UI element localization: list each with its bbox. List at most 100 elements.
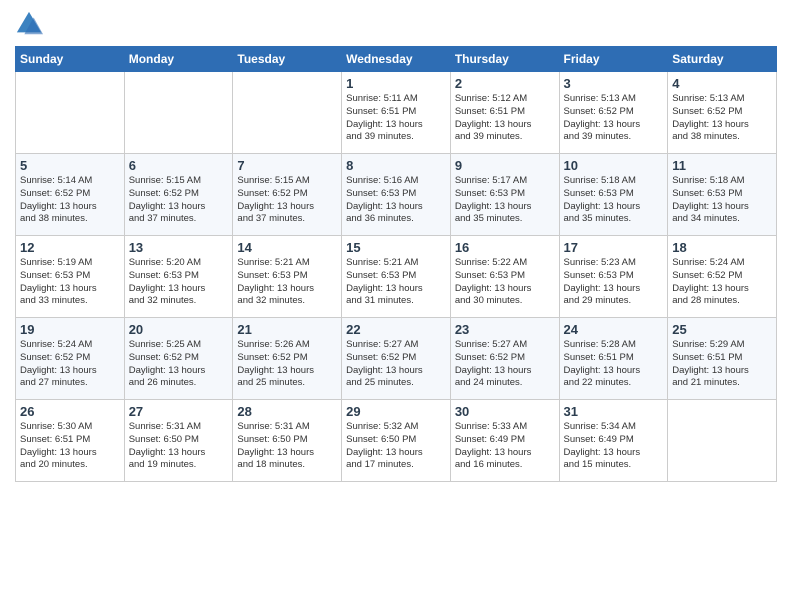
cell-content: Daylight: 13 hours [346,119,446,132]
cell-content: and 39 minutes. [346,131,446,144]
cell-content: Daylight: 13 hours [237,283,337,296]
cell-content: and 16 minutes. [455,459,555,472]
cell-content: Sunrise: 5:25 AM [129,339,229,352]
calendar-cell: 28Sunrise: 5:31 AMSunset: 6:50 PMDayligh… [233,400,342,482]
cell-content: Sunrise: 5:11 AM [346,93,446,106]
cell-content: Sunset: 6:51 PM [564,352,664,365]
day-header-monday: Monday [124,47,233,72]
cell-content: Sunset: 6:53 PM [455,270,555,283]
calendar-cell [668,400,777,482]
cell-content: Sunset: 6:52 PM [237,352,337,365]
day-number: 11 [672,158,772,173]
cell-content: Sunset: 6:53 PM [564,270,664,283]
cell-content: and 35 minutes. [455,213,555,226]
day-number: 13 [129,240,229,255]
cell-content: Sunset: 6:51 PM [20,434,120,447]
calendar-cell: 31Sunrise: 5:34 AMSunset: 6:49 PMDayligh… [559,400,668,482]
calendar-cell: 1 Sunrise: 5:11 AMSunset: 6:51 PMDaylight… [342,72,451,154]
calendar-cell: 5Sunrise: 5:14 AMSunset: 6:52 PMDaylight… [16,154,125,236]
cell-content: Sunrise: 5:31 AM [129,421,229,434]
cell-content: Sunrise: 5:29 AM [672,339,772,352]
cell-content: Sunset: 6:53 PM [455,188,555,201]
cell-content: and 38 minutes. [20,213,120,226]
cell-content: Daylight: 13 hours [346,283,446,296]
cell-content: Sunset: 6:50 PM [129,434,229,447]
cell-content: and 24 minutes. [455,377,555,390]
day-number: 24 [564,322,664,337]
cell-content: and 15 minutes. [564,459,664,472]
cell-content: and 28 minutes. [672,295,772,308]
cell-content: Daylight: 13 hours [237,365,337,378]
calendar-cell: 20Sunrise: 5:25 AMSunset: 6:52 PMDayligh… [124,318,233,400]
cell-content: Sunrise: 5:27 AM [346,339,446,352]
calendar-cell: 10Sunrise: 5:18 AMSunset: 6:53 PMDayligh… [559,154,668,236]
calendar-cell: 6Sunrise: 5:15 AMSunset: 6:52 PMDaylight… [124,154,233,236]
cell-content: and 34 minutes. [672,213,772,226]
cell-content: Sunrise: 5:28 AM [564,339,664,352]
day-number: 27 [129,404,229,419]
cell-content: Daylight: 13 hours [672,365,772,378]
cell-content: Sunset: 6:52 PM [455,352,555,365]
cell-content: Daylight: 13 hours [564,119,664,132]
cell-content: and 25 minutes. [346,377,446,390]
cell-content: Sunrise: 5:17 AM [455,175,555,188]
day-number: 1 [346,76,446,91]
calendar-cell: 22 Sunrise: 5:27 AMSunset: 6:52 PMDayligh… [342,318,451,400]
calendar-week-3: 12Sunrise: 5:19 AMSunset: 6:53 PMDayligh… [16,236,777,318]
cell-content: Daylight: 13 hours [455,365,555,378]
calendar-cell: 18Sunrise: 5:24 AMSunset: 6:52 PMDayligh… [668,236,777,318]
cell-content: Sunset: 6:49 PM [564,434,664,447]
cell-content: Daylight: 13 hours [20,283,120,296]
cell-content: and 35 minutes. [564,213,664,226]
day-number: 20 [129,322,229,337]
cell-content: Sunset: 6:53 PM [564,188,664,201]
calendar-cell: 24 Sunrise: 5:28 AMSunset: 6:51 PMDayligh… [559,318,668,400]
calendar-cell: 16Sunrise: 5:22 AMSunset: 6:53 PMDayligh… [450,236,559,318]
cell-content: Daylight: 13 hours [237,201,337,214]
cell-content: Sunset: 6:51 PM [346,106,446,119]
cell-content: Sunrise: 5:27 AM [455,339,555,352]
day-number: 28 [237,404,337,419]
day-number: 9 [455,158,555,173]
day-number: 10 [564,158,664,173]
cell-content: Daylight: 13 hours [564,201,664,214]
day-number: 30 [455,404,555,419]
cell-content: Daylight: 13 hours [346,447,446,460]
day-header-thursday: Thursday [450,47,559,72]
cell-content: Daylight: 13 hours [20,447,120,460]
day-number: 8 [346,158,446,173]
calendar-cell: 30Sunrise: 5:33 AMSunset: 6:49 PMDayligh… [450,400,559,482]
cell-content: Daylight: 13 hours [237,447,337,460]
cell-content: Sunset: 6:52 PM [346,352,446,365]
day-number: 22 [346,322,446,337]
cell-content: Daylight: 13 hours [672,283,772,296]
cell-content: Sunset: 6:52 PM [564,106,664,119]
day-number: 25 [672,322,772,337]
cell-content: Daylight: 13 hours [129,201,229,214]
calendar-cell: 11Sunrise: 5:18 AMSunset: 6:53 PMDayligh… [668,154,777,236]
cell-content: Sunrise: 5:30 AM [20,421,120,434]
day-number: 4 [672,76,772,91]
cell-content: Daylight: 13 hours [346,365,446,378]
day-number: 6 [129,158,229,173]
calendar-cell [124,72,233,154]
cell-content: Daylight: 13 hours [129,365,229,378]
day-number: 3 [564,76,664,91]
cell-content: Daylight: 13 hours [455,201,555,214]
logo-icon [15,10,43,38]
day-header-sunday: Sunday [16,47,125,72]
cell-content: Sunrise: 5:18 AM [672,175,772,188]
calendar-cell: 26Sunrise: 5:30 AMSunset: 6:51 PMDayligh… [16,400,125,482]
day-header-tuesday: Tuesday [233,47,342,72]
cell-content: Daylight: 13 hours [564,365,664,378]
cell-content: Sunrise: 5:33 AM [455,421,555,434]
calendar-cell: 8Sunrise: 5:16 AMSunset: 6:53 PMDaylight… [342,154,451,236]
cell-content: and 22 minutes. [564,377,664,390]
calendar-week-4: 19Sunrise: 5:24 AMSunset: 6:52 PMDayligh… [16,318,777,400]
cell-content: Sunset: 6:53 PM [20,270,120,283]
cell-content: and 31 minutes. [346,295,446,308]
cell-content: and 37 minutes. [129,213,229,226]
cell-content: Daylight: 13 hours [455,283,555,296]
cell-content: Sunrise: 5:15 AM [129,175,229,188]
cell-content: Daylight: 13 hours [455,119,555,132]
